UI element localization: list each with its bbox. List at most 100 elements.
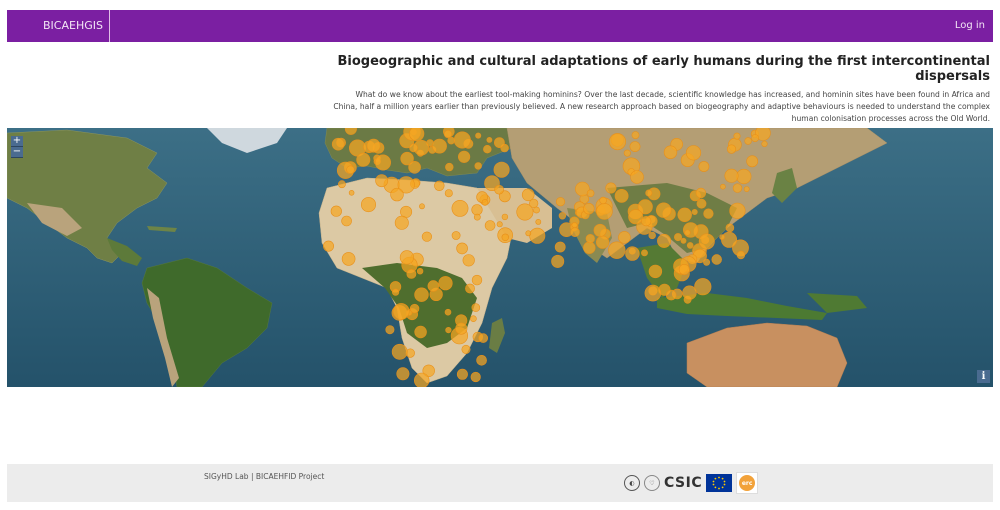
site-marker[interactable] bbox=[719, 234, 725, 240]
site-marker[interactable] bbox=[375, 174, 389, 188]
site-marker[interactable] bbox=[476, 355, 487, 366]
site-marker[interactable] bbox=[629, 141, 641, 152]
site-marker[interactable] bbox=[414, 287, 429, 302]
site-marker[interactable] bbox=[475, 132, 482, 139]
site-marker[interactable] bbox=[501, 213, 509, 221]
site-marker[interactable] bbox=[720, 183, 726, 190]
site-marker[interactable] bbox=[471, 274, 483, 286]
site-marker[interactable] bbox=[414, 372, 430, 387]
site-marker[interactable] bbox=[356, 152, 371, 167]
site-marker[interactable] bbox=[665, 289, 677, 301]
site-marker[interactable] bbox=[322, 240, 334, 252]
site-marker[interactable] bbox=[529, 227, 546, 244]
site-marker[interactable] bbox=[733, 132, 741, 140]
site-marker[interactable] bbox=[494, 184, 504, 195]
site-marker[interactable] bbox=[419, 203, 425, 210]
site-marker[interactable] bbox=[337, 180, 346, 189]
site-marker[interactable] bbox=[360, 197, 376, 213]
site-marker[interactable] bbox=[409, 303, 420, 314]
site-marker[interactable] bbox=[445, 327, 452, 334]
site-marker[interactable] bbox=[586, 189, 595, 198]
site-marker[interactable] bbox=[761, 140, 768, 147]
site-marker[interactable] bbox=[555, 197, 566, 207]
site-marker[interactable] bbox=[724, 168, 739, 183]
site-marker[interactable] bbox=[458, 150, 471, 163]
site-marker[interactable] bbox=[743, 186, 750, 192]
site-marker[interactable] bbox=[746, 155, 759, 168]
zoom-out-button[interactable]: − bbox=[11, 147, 23, 158]
site-marker[interactable] bbox=[551, 254, 565, 268]
site-marker[interactable] bbox=[751, 134, 759, 143]
site-marker[interactable] bbox=[453, 131, 471, 149]
site-marker[interactable] bbox=[721, 231, 738, 248]
site-marker[interactable] bbox=[478, 333, 489, 343]
site-marker[interactable] bbox=[346, 165, 355, 174]
site-marker[interactable] bbox=[432, 138, 447, 154]
site-marker[interactable] bbox=[657, 233, 672, 248]
site-marker[interactable] bbox=[416, 268, 424, 275]
site-marker[interactable] bbox=[451, 200, 469, 217]
site-marker[interactable] bbox=[680, 237, 687, 244]
site-marker[interactable] bbox=[630, 170, 644, 184]
site-marker[interactable] bbox=[641, 249, 648, 257]
site-marker[interactable] bbox=[585, 233, 595, 244]
site-marker[interactable] bbox=[736, 250, 746, 260]
site-marker[interactable] bbox=[571, 222, 578, 229]
site-marker[interactable] bbox=[583, 202, 595, 215]
site-marker[interactable] bbox=[392, 288, 400, 296]
site-marker[interactable] bbox=[682, 222, 699, 238]
site-marker[interactable] bbox=[493, 161, 510, 178]
site-marker[interactable] bbox=[461, 344, 471, 354]
site-marker[interactable] bbox=[631, 131, 640, 139]
info-button[interactable]: i bbox=[977, 370, 990, 383]
site-marker[interactable] bbox=[406, 268, 417, 279]
site-marker[interactable] bbox=[525, 230, 532, 237]
site-marker[interactable] bbox=[392, 303, 410, 320]
site-marker[interactable] bbox=[471, 204, 483, 216]
site-marker[interactable] bbox=[421, 231, 433, 242]
site-marker[interactable] bbox=[438, 276, 453, 291]
site-marker[interactable] bbox=[451, 231, 461, 240]
site-marker[interactable] bbox=[535, 219, 542, 225]
site-marker[interactable] bbox=[483, 145, 492, 154]
site-marker[interactable] bbox=[434, 180, 445, 191]
site-marker[interactable] bbox=[698, 161, 710, 172]
site-marker[interactable] bbox=[732, 183, 743, 193]
site-marker[interactable] bbox=[595, 235, 610, 249]
site-marker[interactable] bbox=[663, 145, 678, 159]
site-marker[interactable] bbox=[726, 144, 737, 154]
site-marker[interactable] bbox=[625, 246, 640, 261]
site-marker[interactable] bbox=[628, 209, 644, 225]
site-marker[interactable] bbox=[677, 207, 692, 223]
site-marker[interactable] bbox=[496, 221, 503, 228]
site-marker[interactable] bbox=[444, 308, 452, 316]
site-marker[interactable] bbox=[729, 202, 746, 219]
site-marker[interactable] bbox=[694, 278, 712, 296]
site-marker[interactable] bbox=[331, 137, 345, 151]
site-marker[interactable] bbox=[447, 136, 456, 145]
site-marker[interactable] bbox=[685, 145, 702, 161]
site-marker[interactable] bbox=[399, 250, 415, 265]
site-marker[interactable] bbox=[711, 254, 722, 265]
site-marker[interactable] bbox=[374, 154, 391, 171]
site-marker[interactable] bbox=[596, 203, 613, 220]
site-marker[interactable] bbox=[341, 215, 352, 227]
site-marker[interactable] bbox=[599, 196, 607, 205]
site-marker[interactable] bbox=[455, 322, 468, 335]
site-marker[interactable] bbox=[443, 129, 453, 139]
site-marker[interactable] bbox=[648, 231, 656, 240]
site-marker[interactable] bbox=[394, 215, 409, 230]
site-marker[interactable] bbox=[493, 137, 505, 148]
site-marker[interactable] bbox=[366, 138, 381, 153]
site-marker[interactable] bbox=[695, 187, 707, 199]
site-marker[interactable] bbox=[608, 241, 626, 259]
site-marker[interactable] bbox=[605, 182, 617, 194]
site-marker[interactable] bbox=[341, 252, 356, 266]
site-marker[interactable] bbox=[474, 162, 482, 170]
site-marker[interactable] bbox=[473, 213, 481, 221]
site-marker[interactable] bbox=[698, 233, 715, 250]
site-marker[interactable] bbox=[554, 241, 566, 253]
site-marker[interactable] bbox=[330, 205, 342, 217]
site-marker[interactable] bbox=[409, 128, 425, 142]
site-marker[interactable] bbox=[618, 231, 631, 244]
